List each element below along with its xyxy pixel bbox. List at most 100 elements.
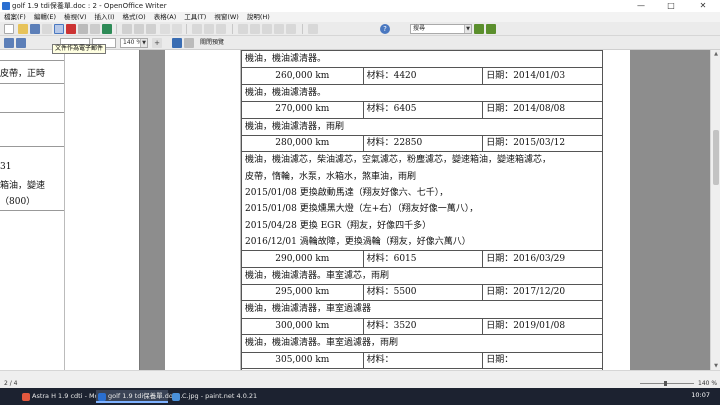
note-cell[interactable]: 機油，機油濾清器。車室過濾器，雨刷 <box>241 334 603 353</box>
navigator-icon[interactable] <box>250 24 260 34</box>
menu-format[interactable]: 格式(O) <box>119 12 150 22</box>
gallery-icon[interactable] <box>262 24 272 34</box>
material-cell[interactable]: 材料：3520 <box>362 317 484 336</box>
copy-icon[interactable] <box>134 24 144 34</box>
menu-edit[interactable]: 編輯(E) <box>30 12 60 22</box>
menu-table[interactable]: 表格(A) <box>150 12 181 22</box>
spellcheck-icon[interactable] <box>102 24 112 34</box>
date-cell[interactable]: 日期：2017/12/20 <box>482 283 603 302</box>
maintenance-table[interactable]: 機油，機油濾清器。 260,000 km 材料：4420 日期：2014/01/03 機… <box>241 50 603 370</box>
date-cell[interactable]: 日期：2019/01/08 <box>482 317 603 336</box>
material-cell[interactable]: 材料：22850 <box>362 134 484 153</box>
fullscreen-icon[interactable] <box>184 38 194 48</box>
print-preview-icon[interactable] <box>90 24 100 34</box>
table-rule <box>0 112 64 113</box>
date-cell[interactable]: 日期： <box>482 351 603 370</box>
date-cell[interactable]: 日期：2016/03/29 <box>482 250 603 268</box>
note-cell[interactable]: 機油，機油濾芯，柴油濾芯，空氣濾芯，粉塵濾芯，變速箱油，變速箱濾芯， 皮帶，惰輪，… <box>241 151 603 252</box>
km-cell[interactable]: 290,000 km <box>241 250 364 268</box>
note-cell[interactable]: 機油，機油濾清器，車室過濾器 <box>241 300 603 319</box>
note-row: 機油，機油濾清器。 <box>241 83 603 103</box>
table-icon[interactable] <box>204 24 214 34</box>
material-cell[interactable]: 材料：5500 <box>362 283 484 302</box>
new-document-icon[interactable] <box>4 24 14 34</box>
material-cell[interactable]: 材料：6015 <box>362 250 484 268</box>
material-cell[interactable]: 材料：6405 <box>362 101 484 119</box>
date-cell[interactable]: 日期：2014/01/03 <box>482 67 603 85</box>
show-draw-icon[interactable] <box>216 24 226 34</box>
datasource-icon[interactable] <box>274 24 284 34</box>
table-row: 280,000 km 材料：22850 日期：2015/03/12 <box>241 134 603 153</box>
km-cell[interactable]: 305,000 km <box>241 351 364 370</box>
edit-file-icon[interactable] <box>42 24 52 34</box>
material-cell[interactable]: 材料：4420 <box>362 67 484 85</box>
close-button[interactable]: ✕ <box>692 0 714 12</box>
left-page-line: （800） <box>0 197 36 207</box>
date-cell[interactable]: 日期：2015/03/12 <box>482 134 603 153</box>
zoom-slider[interactable] <box>640 383 694 384</box>
scrollbar-thumb[interactable] <box>713 130 719 185</box>
km-cell[interactable]: 295,000 km <box>241 283 364 302</box>
taskbar-item-paint[interactable]: C.jpg - paint.net 4.0.21 <box>170 390 257 403</box>
km-cell[interactable]: 270,000 km <box>241 101 364 119</box>
search-box[interactable]: 搜尋 ▼ <box>410 24 472 34</box>
back-icon[interactable] <box>4 38 14 48</box>
note-cell[interactable]: 機油，機油濾清器。車室濾芯，雨刷 <box>241 266 603 285</box>
nonprinting-chars-icon[interactable] <box>286 24 296 34</box>
note-cell[interactable]: 機油，機油濾清器。 <box>241 83 603 103</box>
scroll-up-icon[interactable]: ▲ <box>712 50 720 58</box>
note-row: 機油，機油濾清器，雨刷 <box>241 117 603 136</box>
km-cell[interactable]: 260,000 km <box>241 67 364 85</box>
chevron-down-icon[interactable]: ▼ <box>140 39 147 47</box>
scroll-down-icon[interactable]: ▼ <box>712 362 720 370</box>
export-pdf-icon[interactable] <box>66 24 76 34</box>
menu-tools[interactable]: 工具(T) <box>180 12 210 22</box>
menu-view[interactable]: 檢視(V) <box>60 12 91 22</box>
menu-window[interactable]: 視窗(W) <box>210 12 243 22</box>
help-icon[interactable]: ? <box>380 24 390 34</box>
menu-insert[interactable]: 插入(I) <box>91 12 119 22</box>
open-folder-icon[interactable] <box>18 24 28 34</box>
email-document-icon[interactable] <box>54 24 64 34</box>
maximize-button[interactable]: □ <box>660 0 682 12</box>
search-prev-icon[interactable] <box>486 24 496 34</box>
minimize-button[interactable]: — <box>630 0 652 12</box>
cut-icon[interactable] <box>122 24 132 34</box>
print-page-icon[interactable] <box>172 38 182 48</box>
find-replace-icon[interactable] <box>238 24 248 34</box>
paste-icon[interactable] <box>146 24 156 34</box>
close-preview-button[interactable]: 關閉預覽 <box>200 37 224 49</box>
menu-file[interactable]: 檔案(F) <box>0 12 30 22</box>
left-page-line: 箱油，變速 <box>0 181 46 191</box>
hyperlink-icon[interactable] <box>192 24 202 34</box>
chevron-down-icon[interactable]: ▼ <box>464 25 471 33</box>
menu-help[interactable]: 說明(H) <box>243 12 274 22</box>
toolbar-separator <box>302 24 303 34</box>
km-cell[interactable]: 280,000 km <box>241 134 364 153</box>
taskbar-item-astra[interactable]: Astra H 1.9 cdti - Mo... <box>20 390 105 403</box>
note-cell[interactable]: 機油，機油濾清器，雨刷 <box>241 117 603 136</box>
search-next-icon[interactable] <box>474 24 484 34</box>
forward-icon[interactable] <box>16 38 26 48</box>
redo-icon[interactable] <box>172 24 182 34</box>
vertical-scrollbar[interactable]: ▲ ▼ <box>710 50 720 370</box>
taskbar-label: C.jpg - paint.net 4.0.21 <box>182 392 258 400</box>
km-cell[interactable]: 300,000 km <box>241 317 364 336</box>
document-area[interactable]: 皮帶，正時 31 箱油，變速 （800） 機油，機油濾清器。 260,000 km… <box>0 50 710 370</box>
zoom-slider-knob[interactable] <box>664 381 667 386</box>
menu-bar: 檔案(F) 編輯(E) 檢視(V) 插入(I) 格式(O) 表格(A) 工具(T) 視窗(W)… <box>0 12 720 22</box>
horizontal-scrollbar[interactable] <box>0 370 720 380</box>
zoom-icon[interactable] <box>308 24 318 34</box>
table-rule <box>0 146 64 147</box>
material-cell[interactable]: 材料： <box>362 351 484 370</box>
note-cell[interactable]: 機油，機油濾清器。 <box>241 50 603 69</box>
print-icon[interactable] <box>78 24 88 34</box>
taskbar-item-writer[interactable]: golf 1.9 tdi保養單.doc... <box>96 390 183 403</box>
note-row: 機油，機油濾芯，柴油濾芯，空氣濾芯，粉塵濾芯，變速箱油，變速箱濾芯， 皮帶，惰輪，… <box>241 151 603 252</box>
taskbar-label: Astra H 1.9 cdti - Mo... <box>32 392 105 400</box>
zoom-in-icon[interactable]: + <box>152 38 162 48</box>
date-cell[interactable]: 日期：2014/08/08 <box>482 101 603 119</box>
save-icon[interactable] <box>30 24 40 34</box>
zoom-combo[interactable]: 140 % ▼ <box>120 38 148 48</box>
undo-icon[interactable] <box>160 24 170 34</box>
